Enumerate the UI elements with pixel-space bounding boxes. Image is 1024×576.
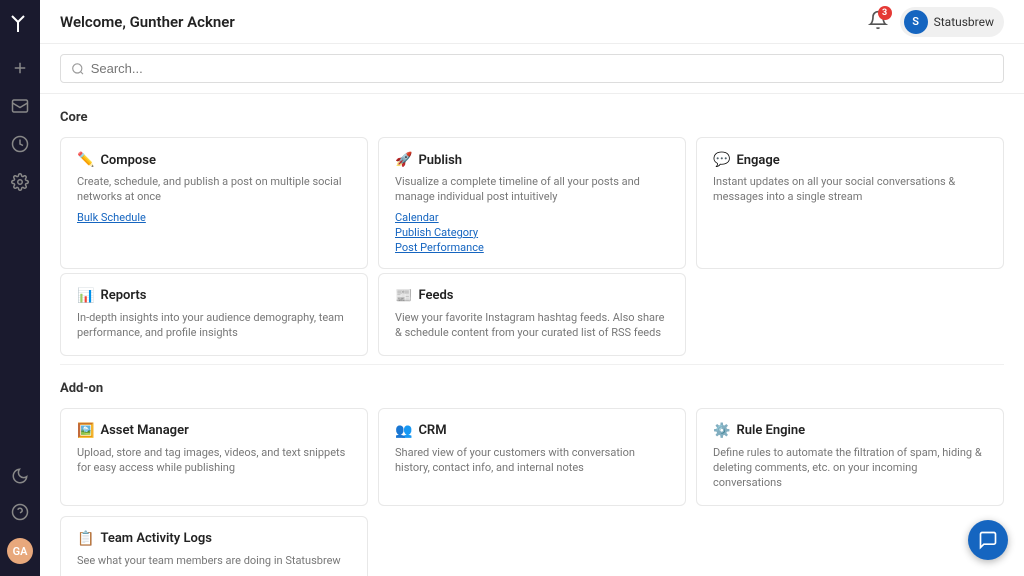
reports-icon: 📊 <box>77 288 94 304</box>
crm-desc: Shared view of your customers with conve… <box>395 445 669 476</box>
asset-manager-title: Asset Manager <box>100 423 188 438</box>
asset-manager-card[interactable]: 🖼️ Asset Manager Upload, store and tag i… <box>60 408 368 506</box>
rule-engine-header: ⚙️ Rule Engine <box>713 423 987 439</box>
crm-title: CRM <box>418 423 446 438</box>
team-activity-icon: 📋 <box>77 531 94 547</box>
topbar: Welcome, Gunther Ackner 3 S Statusbrew <box>40 0 1024 44</box>
core-section-title: Core <box>60 110 1004 125</box>
engage-card-desc: Instant updates on all your social conve… <box>713 174 987 205</box>
team-activity-title: Team Activity Logs <box>100 531 212 546</box>
feeds-card-header: 📰 Feeds <box>395 288 669 304</box>
topbar-right: 3 S Statusbrew <box>868 7 1004 37</box>
rule-engine-icon: ⚙️ <box>713 423 730 439</box>
addon-section: Add-on 🖼️ Asset Manager Upload, store an… <box>40 365 1024 576</box>
publish-icon: 🚀 <box>395 152 412 168</box>
core-cards-row1: ✏️ Compose Create, schedule, and publish… <box>60 137 1004 269</box>
engage-card-header: 💬 Engage <box>713 152 987 168</box>
search-wrap[interactable] <box>60 54 1004 83</box>
search-icon <box>71 62 85 76</box>
compose-card-desc: Create, schedule, and publish a post on … <box>77 174 351 205</box>
search-bar <box>40 44 1024 94</box>
user-avatar-sidebar[interactable]: GA <box>7 538 33 564</box>
page-title: Welcome, Gunther Ackner <box>60 13 235 31</box>
reports-card[interactable]: 📊 Reports In-depth insights into your au… <box>60 273 368 356</box>
publish-card-desc: Visualize a complete timeline of all you… <box>395 174 669 205</box>
notification-badge: 3 <box>878 6 892 20</box>
feeds-icon: 📰 <box>395 288 412 304</box>
sidebar-item-settings[interactable] <box>10 172 30 192</box>
sidebar-item-inbox[interactable] <box>10 96 30 116</box>
asset-manager-header: 🖼️ Asset Manager <box>77 423 351 439</box>
reports-card-header: 📊 Reports <box>77 288 351 304</box>
compose-card-header: ✏️ Compose <box>77 152 351 168</box>
addon-empty-2 <box>696 516 1004 576</box>
post-performance-link[interactable]: Post Performance <box>395 241 669 254</box>
reports-card-title: Reports <box>100 288 146 303</box>
publish-card[interactable]: 🚀 Publish Visualize a complete timeline … <box>378 137 686 269</box>
bulk-schedule-link[interactable]: Bulk Schedule <box>77 211 351 224</box>
core-section: Core ✏️ Compose Create, schedule, and pu… <box>40 94 1024 364</box>
help-icon[interactable] <box>10 502 30 522</box>
sidebar-bottom: GA <box>7 466 33 564</box>
asset-manager-desc: Upload, store and tag images, videos, an… <box>77 445 351 476</box>
reports-card-desc: In-depth insights into your audience dem… <box>77 310 351 341</box>
team-activity-card[interactable]: 📋 Team Activity Logs See what your team … <box>60 516 368 576</box>
core-empty-cell <box>696 273 1004 356</box>
feeds-card-desc: View your favorite Instagram hashtag fee… <box>395 310 669 341</box>
engage-icon: 💬 <box>713 152 730 168</box>
crm-card[interactable]: 👥 CRM Shared view of your customers with… <box>378 408 686 506</box>
compose-card-links: Bulk Schedule <box>77 211 351 224</box>
addon-empty-1 <box>378 516 686 576</box>
compose-card-title: Compose <box>100 153 156 168</box>
compose-icon: ✏️ <box>77 152 94 168</box>
sidebar-logo[interactable] <box>8 12 32 36</box>
moon-icon[interactable] <box>10 466 30 486</box>
engage-card[interactable]: 💬 Engage Instant updates on all your soc… <box>696 137 1004 269</box>
rule-engine-title: Rule Engine <box>736 423 805 438</box>
user-avatar: S <box>904 10 928 34</box>
user-chip[interactable]: S Statusbrew <box>900 7 1004 37</box>
sidebar-item-compose[interactable] <box>10 58 30 78</box>
crm-icon: 👥 <box>395 423 412 439</box>
compose-card[interactable]: ✏️ Compose Create, schedule, and publish… <box>60 137 368 269</box>
rule-engine-desc: Define rules to automate the filtration … <box>713 445 987 491</box>
core-cards-row2: 📊 Reports In-depth insights into your au… <box>60 273 1004 356</box>
chat-button[interactable] <box>968 520 1008 560</box>
asset-manager-icon: 🖼️ <box>77 423 94 439</box>
addon-cards-row1: 🖼️ Asset Manager Upload, store and tag i… <box>60 408 1004 506</box>
notification-button[interactable]: 3 <box>868 10 888 34</box>
team-activity-header: 📋 Team Activity Logs <box>77 531 351 547</box>
content-area: Core ✏️ Compose Create, schedule, and pu… <box>40 44 1024 576</box>
main-content: Welcome, Gunther Ackner 3 S Statusbrew <box>40 0 1024 576</box>
search-input[interactable] <box>91 61 993 76</box>
engage-card-title: Engage <box>736 153 779 168</box>
sidebar-item-analytics[interactable] <box>10 134 30 154</box>
publish-category-link[interactable]: Publish Category <box>395 226 669 239</box>
feeds-card[interactable]: 📰 Feeds View your favorite Instagram has… <box>378 273 686 356</box>
feeds-card-title: Feeds <box>418 288 453 303</box>
addon-section-title: Add-on <box>60 381 1004 396</box>
user-label: Statusbrew <box>934 15 994 29</box>
publish-card-header: 🚀 Publish <box>395 152 669 168</box>
chat-icon <box>978 530 998 550</box>
rule-engine-card[interactable]: ⚙️ Rule Engine Define rules to automate … <box>696 408 1004 506</box>
calendar-link[interactable]: Calendar <box>395 211 669 224</box>
sidebar: GA <box>0 0 40 576</box>
publish-card-title: Publish <box>418 153 462 168</box>
publish-card-links: Calendar Publish Category Post Performan… <box>395 211 669 254</box>
addon-cards-row2: 📋 Team Activity Logs See what your team … <box>60 516 1004 576</box>
crm-header: 👥 CRM <box>395 423 669 439</box>
team-activity-desc: See what your team members are doing in … <box>77 553 351 568</box>
